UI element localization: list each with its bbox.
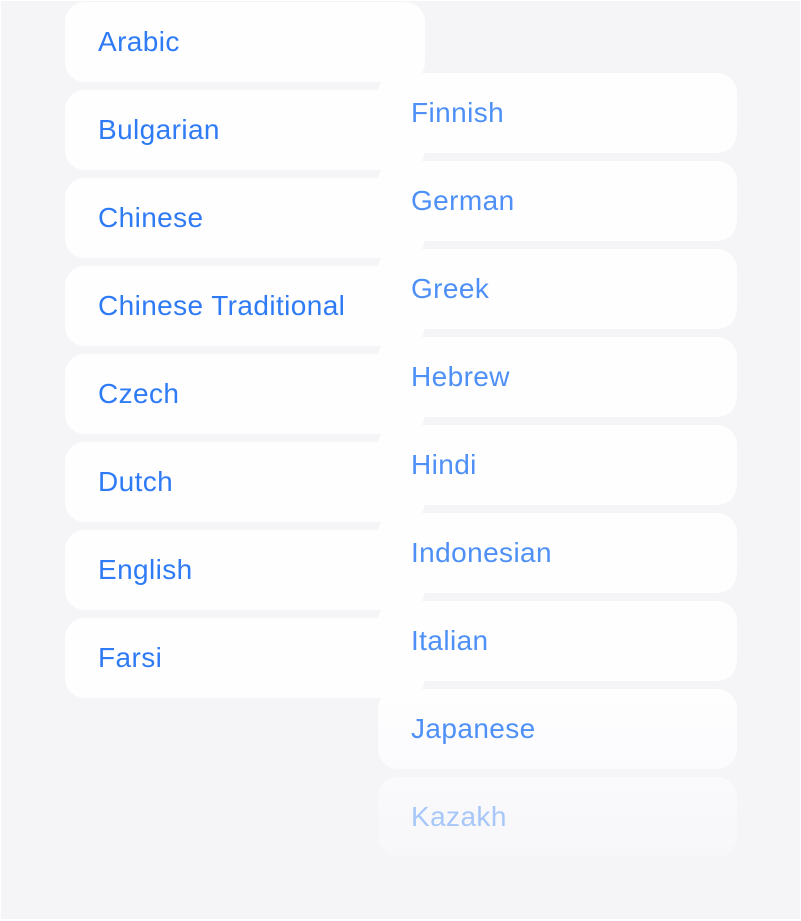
language-option-farsi[interactable]: Farsi [65, 618, 425, 698]
language-label: Japanese [411, 713, 536, 744]
language-option-arabic[interactable]: Arabic [65, 2, 425, 82]
language-option-dutch[interactable]: Dutch [65, 442, 425, 522]
language-label: Czech [98, 378, 180, 409]
language-option-greek[interactable]: Greek [378, 249, 737, 329]
language-option-kazakh[interactable]: Kazakh [378, 777, 737, 857]
language-label: English [98, 554, 193, 585]
language-label: Bulgarian [98, 114, 220, 145]
language-option-indonesian[interactable]: Indonesian [378, 513, 737, 593]
language-option-german[interactable]: German [378, 161, 737, 241]
language-label: Farsi [98, 642, 163, 673]
language-label: Kazakh [411, 801, 507, 832]
language-column-left: Arabic Bulgarian Chinese Chinese Traditi… [65, 2, 425, 698]
language-label: Arabic [98, 26, 180, 57]
language-label: Italian [411, 625, 489, 656]
language-label: Chinese [98, 202, 204, 233]
language-option-czech[interactable]: Czech [65, 354, 425, 434]
language-label: Hindi [411, 449, 477, 480]
language-column-right: Finnish German Greek Hebrew Hindi Indone… [378, 73, 737, 857]
language-label: Greek [411, 273, 490, 304]
language-label: Finnish [411, 97, 505, 128]
language-option-chinese-traditional[interactable]: Chinese Traditional [65, 266, 425, 346]
language-option-japanese[interactable]: Japanese [378, 689, 737, 769]
language-list-container: Arabic Bulgarian Chinese Chinese Traditi… [1, 1, 800, 919]
language-option-hebrew[interactable]: Hebrew [378, 337, 737, 417]
language-option-hindi[interactable]: Hindi [378, 425, 737, 505]
language-option-english[interactable]: English [65, 530, 425, 610]
language-label: Indonesian [411, 537, 553, 568]
language-label: Hebrew [411, 361, 510, 392]
language-option-italian[interactable]: Italian [378, 601, 737, 681]
language-label: Chinese Traditional [98, 290, 346, 321]
language-label: German [411, 185, 515, 216]
language-label: Dutch [98, 466, 174, 497]
language-option-chinese[interactable]: Chinese [65, 178, 425, 258]
language-option-bulgarian[interactable]: Bulgarian [65, 90, 425, 170]
language-option-finnish[interactable]: Finnish [378, 73, 737, 153]
